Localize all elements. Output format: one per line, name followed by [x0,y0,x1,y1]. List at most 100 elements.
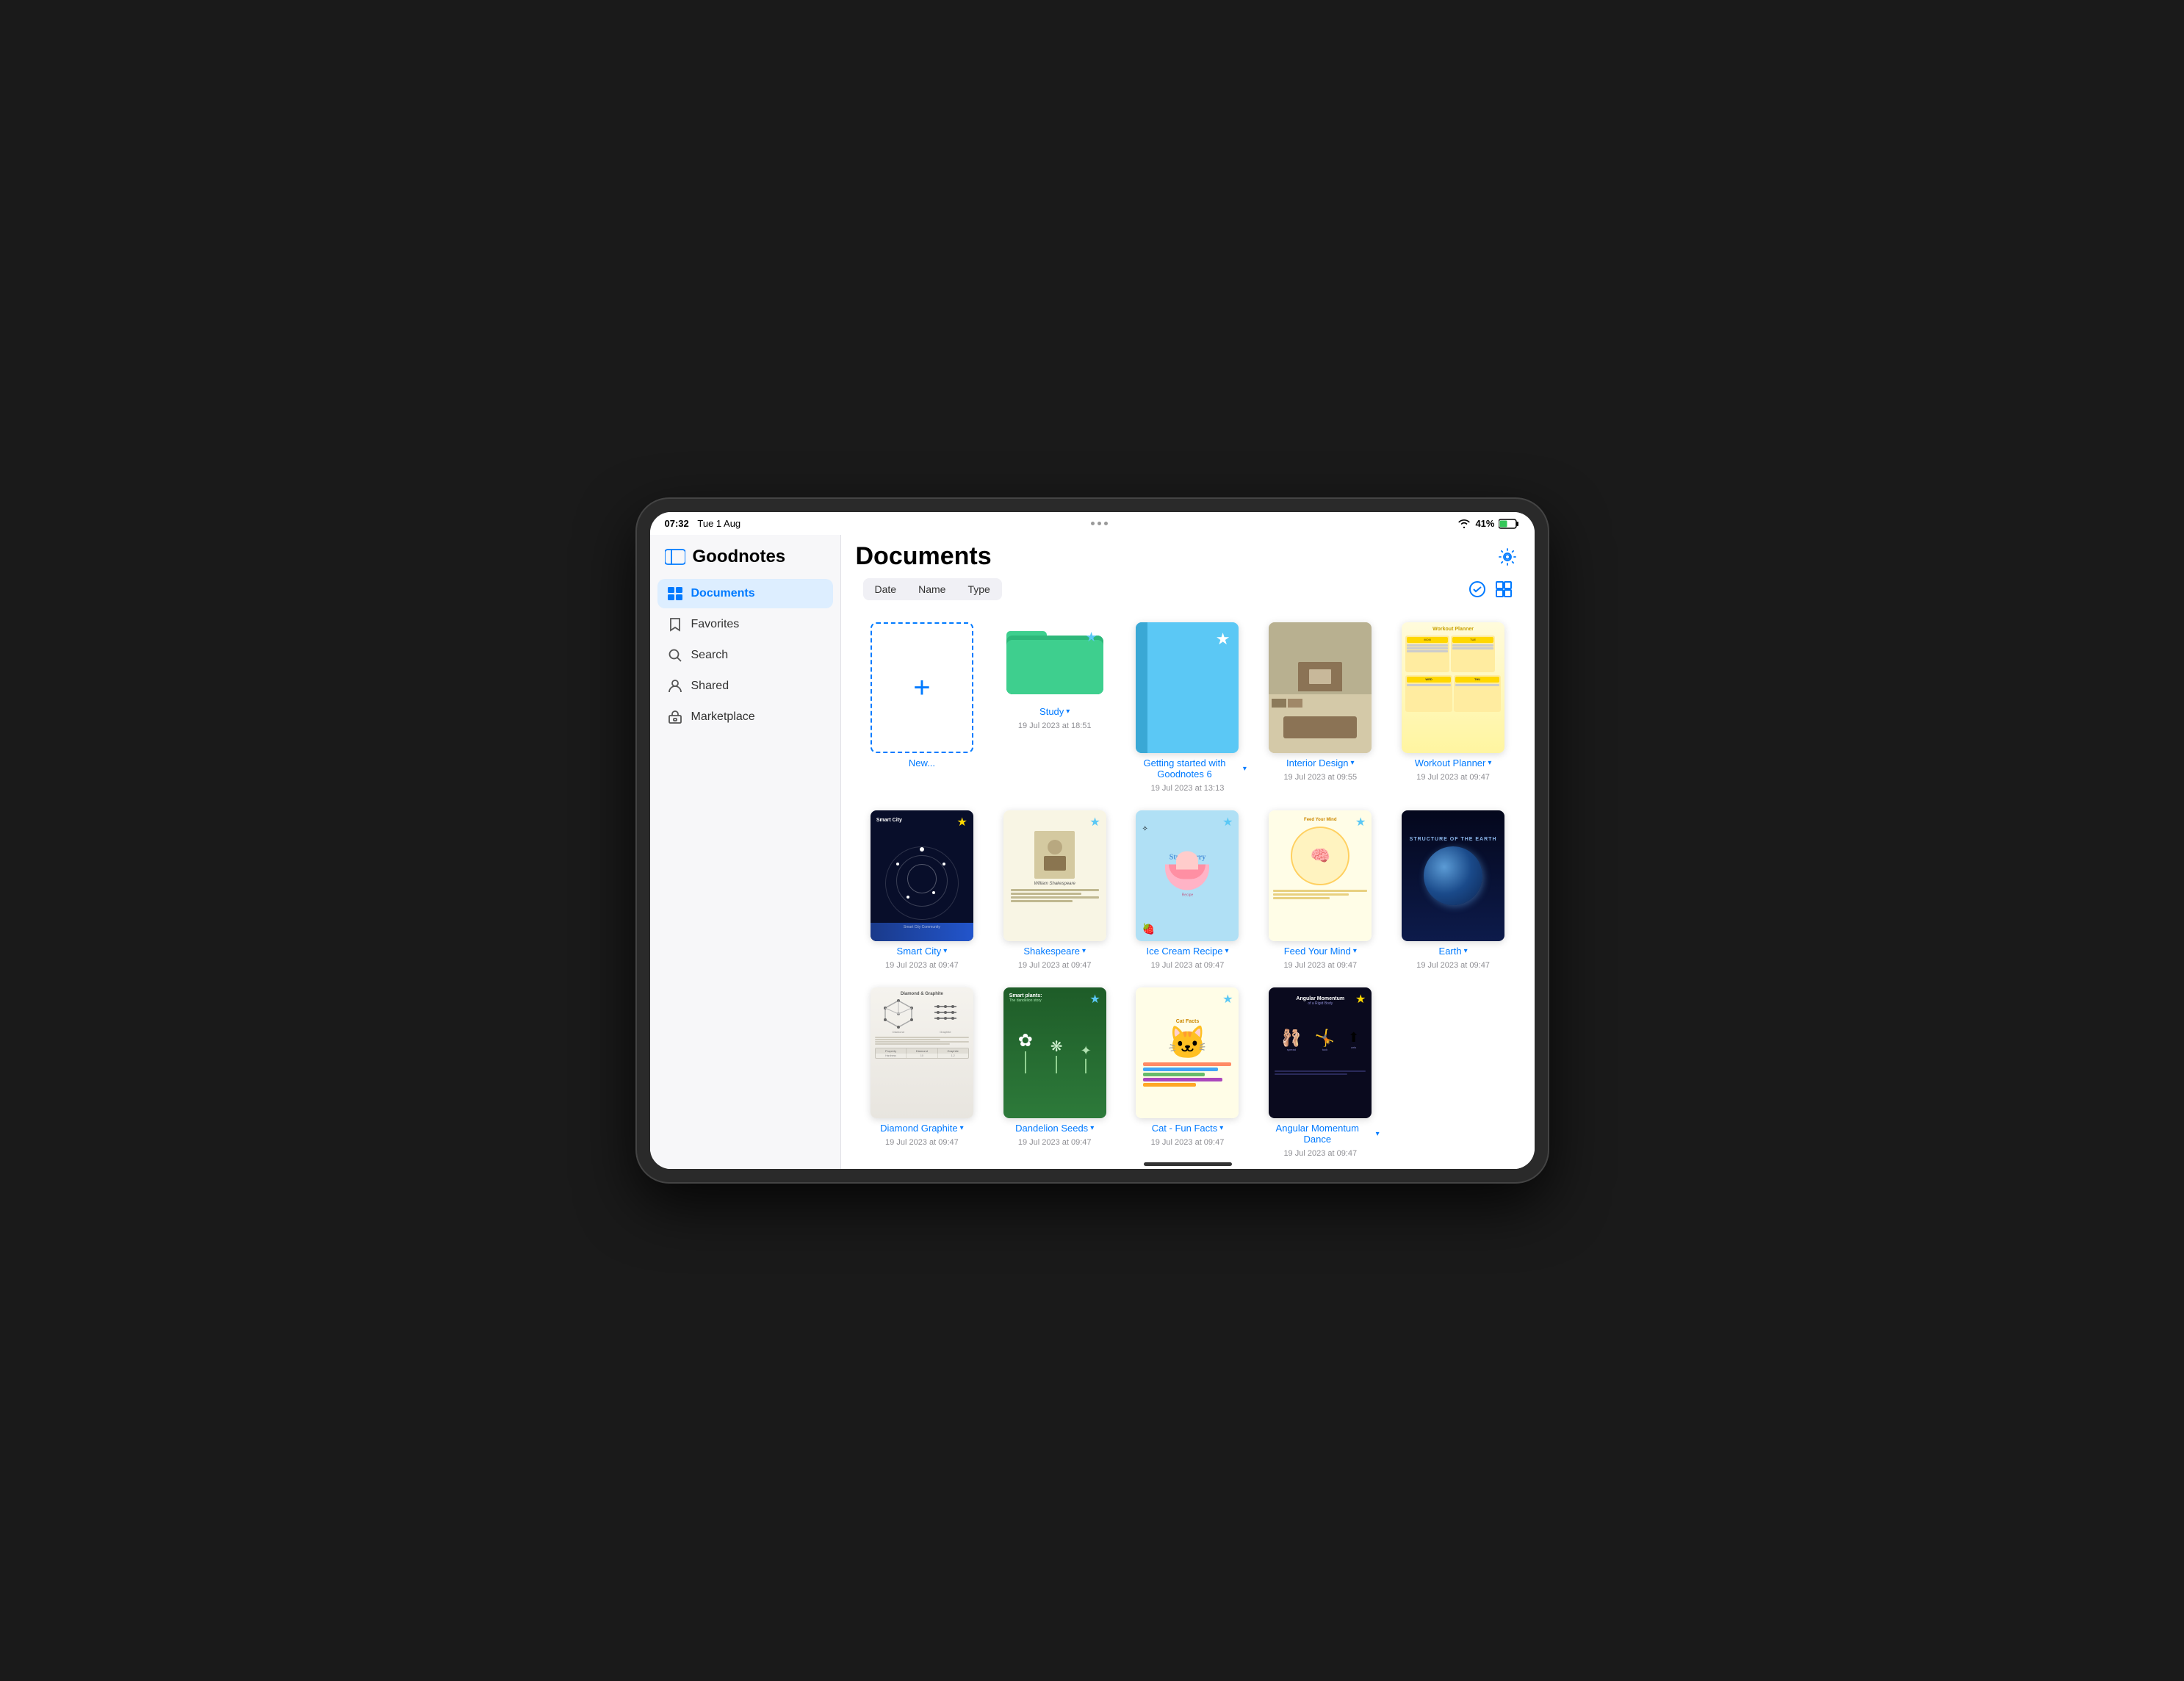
star-badge: ★ [1089,992,1100,1007]
sidebar-item-documents-label: Documents [691,587,755,600]
workout-planner-thumbnail[interactable]: Workout Planner MON TUE [1402,622,1504,753]
smart-city-art: ★ Smart City [871,810,973,941]
sidebar-item-marketplace-label: Marketplace [691,710,755,724]
time-display: 07:32 Tue 1 Aug [665,518,741,529]
select-button[interactable] [1468,580,1486,598]
dandelion-seeds-thumbnail[interactable]: ★ Smart plants: The dandelion story ✿ [1003,987,1106,1118]
documents-grid: + New... [841,608,1535,1156]
sidebar-item-marketplace[interactable]: Marketplace [657,702,833,732]
cat-fun-facts-label: Cat - Fun Facts [1152,1123,1218,1134]
list-item[interactable]: ★ Cat Facts 🐱 [1128,987,1247,1156]
document-date: 19 Jul 2023 at 09:47 [1151,961,1225,970]
diamond-art: Diamond & Graphite [871,987,973,1118]
list-item[interactable]: Structure of the Earth Earth ▾ [1394,810,1513,970]
grid-view-button[interactable] [1495,580,1513,598]
sidebar-item-shared-label: Shared [691,680,729,693]
angular-momentum-label: Angular Momentum Dance [1261,1123,1374,1145]
chevron-down-icon: ▾ [1090,1124,1094,1132]
new-document-thumbnail[interactable]: + [871,622,973,753]
getting-started-thumbnail[interactable]: ★ [1136,622,1239,753]
feed-your-mind-art: ★ Feed Your Mind 🧠 [1269,810,1372,941]
sidebar-header: Goodnotes [650,547,840,579]
list-item[interactable]: Workout Planner MON TUE [1394,622,1513,793]
chevron-down-icon: ▾ [1488,759,1491,767]
cat-fun-facts-thumbnail[interactable]: ★ Cat Facts 🐱 [1136,987,1239,1118]
feed-your-mind-thumbnail[interactable]: ★ Feed Your Mind 🧠 [1269,810,1372,941]
list-item[interactable]: Interior Design ▾ 19 Jul 2023 at 09:55 [1261,622,1380,793]
chevron-down-icon: ▾ [1243,765,1247,773]
list-item[interactable]: ★ Study ▾ 19 Jul 2023 at 18:51 [995,622,1114,793]
person-icon [668,679,682,694]
document-name: Workout Planner ▾ [1415,757,1492,768]
list-item[interactable]: + New... [863,622,981,793]
chevron-down-icon: ▾ [943,947,947,955]
star-badge: ★ [1222,992,1233,1007]
document-name: Shakespeare ▾ [1023,946,1086,957]
list-item[interactable]: ★ Feed Your Mind 🧠 [1261,810,1380,970]
document-date: 19 Jul 2023 at 09:47 [1151,1138,1225,1147]
settings-icon[interactable] [1498,547,1517,566]
sidebar-item-favorites-label: Favorites [691,618,740,631]
shakespeare-thumbnail[interactable]: ★ William Shakespeare [1003,810,1106,941]
ipad-frame: 07:32 Tue 1 Aug 41% [637,499,1548,1182]
document-name: Feed Your Mind ▾ [1284,946,1357,957]
ice-cream-thumbnail[interactable]: ★ Strawberry [1136,810,1239,941]
smart-city-text: Smart City [876,818,953,824]
list-item[interactable]: ★ Angular Momentum of a Rigid Body 🩰 spr… [1261,987,1380,1156]
store-icon [668,710,682,724]
list-item[interactable]: ★ Smart plants: The dandelion story ✿ [995,987,1114,1156]
chevron-down-icon: ▾ [960,1124,964,1132]
angular-art: ★ Angular Momentum of a Rigid Body 🩰 spr… [1269,987,1372,1118]
ice-cream-label: Ice Cream Recipe [1146,946,1222,957]
smart-city-thumbnail[interactable]: ★ Smart City [871,810,973,941]
document-date: 19 Jul 2023 at 09:47 [1416,773,1490,782]
ice-cream-art: ★ Strawberry [1136,810,1239,941]
document-name: Dandelion Seeds ▾ [1015,1123,1094,1134]
star-badge: ★ [1355,992,1366,1007]
chevron-down-icon: ▾ [1353,947,1357,955]
date-display: Tue 1 Aug [697,518,740,529]
sidebar-item-documents[interactable]: Documents [657,579,833,608]
earth-globe [1424,846,1482,905]
study-folder-thumbnail[interactable]: ★ [1003,622,1106,702]
earth-thumbnail[interactable]: Structure of the Earth [1402,810,1504,941]
sidebar-toggle-icon[interactable] [665,549,685,565]
getting-started-label: Getting started with Goodnotes 6 [1128,757,1241,780]
chevron-down-icon: ▾ [1376,1130,1380,1138]
sidebar-item-favorites[interactable]: Favorites [657,610,833,639]
chevron-down-icon: ▾ [1351,759,1355,767]
document-name: Ice Cream Recipe ▾ [1146,946,1228,957]
document-name: Study ▾ [1039,706,1070,717]
list-item[interactable]: ★ William Shakespeare [995,810,1114,970]
dandelion-seeds-label: Dandelion Seeds [1015,1123,1088,1134]
content-area: Documents Date Name Type [841,535,1535,1169]
sort-name-button[interactable]: Name [908,580,956,599]
new-label: New... [909,757,935,768]
dandelion-art: ★ Smart plants: The dandelion story ✿ [1003,987,1106,1118]
diamond-graphite-label: Diamond Graphite [880,1123,958,1134]
list-item[interactable]: ★ Getting started with Goodnotes 6 ▾ 19 … [1128,622,1247,793]
chevron-down-icon: ▾ [1464,947,1468,955]
angular-momentum-thumbnail[interactable]: ★ Angular Momentum of a Rigid Body 🩰 spr… [1269,987,1372,1118]
list-item[interactable]: ★ Strawberry [1128,810,1247,970]
notebook-spine [1136,622,1147,753]
list-item[interactable]: Diamond & Graphite [863,987,981,1156]
sort-type-button[interactable]: Type [957,580,1000,599]
sidebar-item-search[interactable]: Search [657,641,833,670]
list-item[interactable]: ★ Smart City [863,810,981,970]
sort-date-button[interactable]: Date [865,580,907,599]
shakespeare-art: ★ William Shakespeare [1003,810,1106,941]
dandelion-title: Smart plants: [1009,993,1100,998]
document-name: New... [909,757,935,768]
status-right: 41% [1457,518,1519,529]
plus-icon: + [913,672,930,705]
battery-icon [1499,519,1519,529]
star-badge: ★ [1089,815,1100,829]
diamond-graphite-thumbnail[interactable]: Diamond & Graphite [871,987,973,1118]
document-name: Earth ▾ [1439,946,1468,957]
clock: 07:32 [665,518,689,529]
earth-art: Structure of the Earth [1402,810,1504,941]
interior-design-thumbnail[interactable] [1269,622,1372,753]
sidebar-item-shared[interactable]: Shared [657,672,833,701]
chevron-down-icon: ▾ [1082,947,1086,955]
